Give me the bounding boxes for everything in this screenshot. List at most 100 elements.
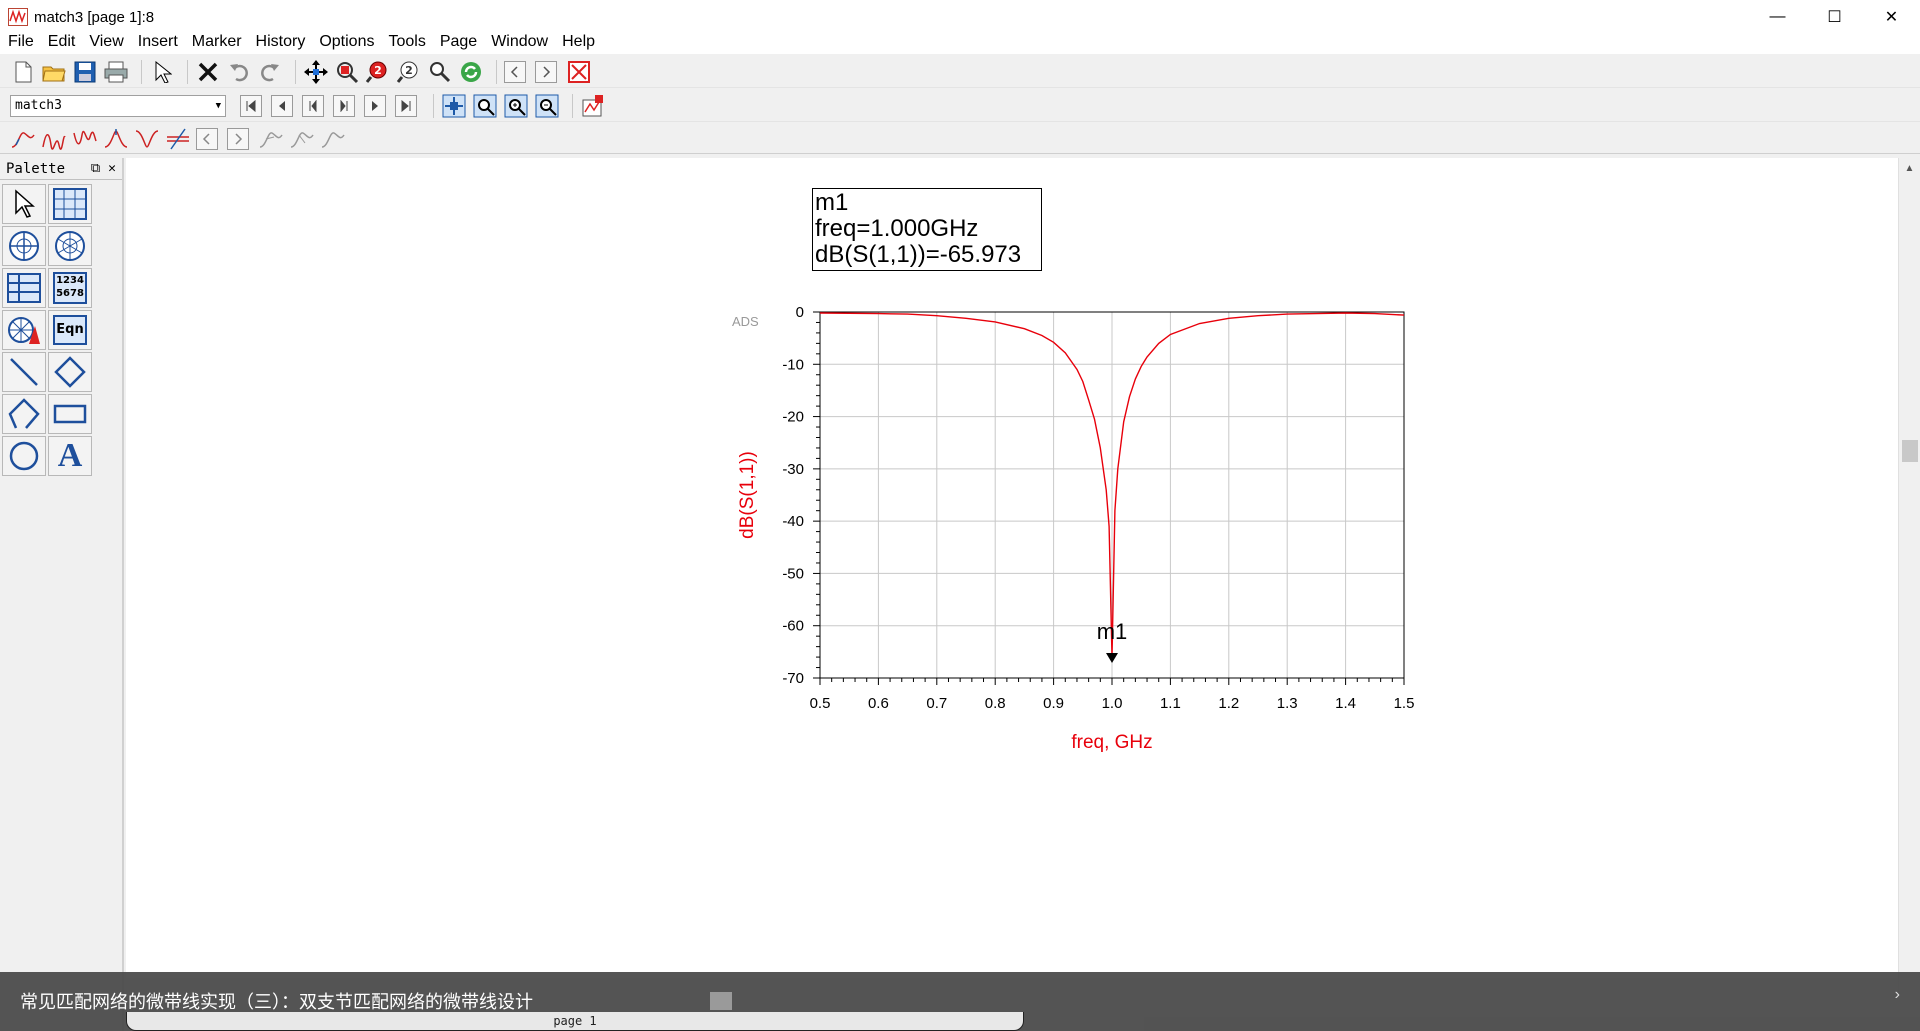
menu-page[interactable]: Page: [440, 33, 477, 51]
numbers-icon: 1234 5678: [53, 272, 87, 304]
line-tool[interactable]: [2, 352, 46, 392]
menu-help[interactable]: Help: [562, 33, 595, 51]
menu-marker[interactable]: Marker: [192, 33, 242, 51]
rectangle-icon: [53, 404, 87, 424]
eqn-icon: Eqn: [53, 315, 87, 345]
text-tool[interactable]: A: [48, 436, 92, 476]
trace-line-icon[interactable]: [320, 126, 346, 152]
zoom-in-2-icon[interactable]: 2: [365, 59, 391, 85]
marker-min-icon[interactable]: [72, 126, 98, 152]
marker-previous-icon[interactable]: [196, 127, 218, 150]
dataset-select-value: match3: [15, 98, 62, 113]
zoom-out-2-icon[interactable]: 2: [396, 59, 422, 85]
dataset-select[interactable]: match3 ▼: [10, 94, 226, 117]
list-tool[interactable]: [2, 268, 46, 308]
antenna-plot-tool[interactable]: [2, 310, 46, 350]
zoom-out-plot-icon[interactable]: [534, 93, 560, 119]
maximize-button[interactable]: ☐: [1806, 0, 1863, 34]
dataset-toolbar: match3 ▼: [0, 90, 1920, 122]
horizontal-scroll-thumb[interactable]: [710, 992, 732, 1010]
marker-next-icon[interactable]: [227, 127, 249, 150]
menu-history[interactable]: History: [256, 33, 306, 51]
y-tick-label: -70: [782, 670, 804, 687]
marker-max-icon[interactable]: [41, 126, 67, 152]
marker-toolbar: [0, 124, 1920, 154]
svg-text:2: 2: [374, 64, 382, 77]
print-icon[interactable]: [103, 59, 129, 85]
polygon-icon: [54, 356, 86, 388]
delete-icon[interactable]: [195, 59, 221, 85]
menu-edit[interactable]: Edit: [48, 33, 76, 51]
pointer-icon: [15, 189, 35, 218]
table-grid-icon: [53, 188, 87, 220]
menu-insert[interactable]: Insert: [138, 33, 178, 51]
stop-simulation-icon[interactable]: [566, 59, 592, 85]
smith-chart-tool[interactable]: [2, 226, 46, 266]
step-back-icon[interactable]: [271, 94, 293, 117]
vertical-scrollbar[interactable]: ▲: [1898, 158, 1920, 992]
page-tab[interactable]: page 1: [126, 1012, 1024, 1031]
step-forward-icon[interactable]: [364, 94, 386, 117]
zoom-plot-icon[interactable]: [472, 93, 498, 119]
x-tick-label: 1.3: [1277, 695, 1298, 712]
delta-marker-icon[interactable]: [165, 126, 191, 152]
step-forward-pause-icon[interactable]: [333, 94, 355, 117]
equation-tool[interactable]: Eqn: [48, 310, 92, 350]
rectangle-tool[interactable]: [48, 394, 92, 434]
trace-left-icon[interactable]: [258, 126, 284, 152]
y-axis-label: dB(S(1,1)): [737, 451, 758, 539]
marker-readout[interactable]: m1 freq=1.000GHz dB(S(1,1))=-65.973: [812, 188, 1042, 271]
close-button[interactable]: ✕: [1863, 0, 1920, 34]
menu-file[interactable]: File: [8, 33, 34, 51]
trace-right-icon[interactable]: [289, 126, 315, 152]
palette-close-icon[interactable]: ✕: [108, 161, 116, 176]
rectangular-plot-tool[interactable]: [48, 184, 92, 224]
page-tab-label: page 1: [553, 1014, 597, 1028]
first-icon[interactable]: [240, 94, 262, 117]
s11-plot[interactable]: ADS 0 -10 -20 -30 -40 -50 -60 -70 0.5 0.6 0.7 0.8 0.9…: [720, 296, 1440, 766]
last-icon[interactable]: [395, 94, 417, 117]
pointer-tool[interactable]: [2, 184, 46, 224]
bottom-bar: 常见匹配网络的微带线实现（三）：双支节匹配网络的微带线设计 › page 1: [0, 972, 1920, 1031]
undo-icon[interactable]: [226, 59, 252, 85]
zoom-fit-icon[interactable]: [441, 93, 467, 119]
peak-search-icon[interactable]: [103, 126, 129, 152]
zoom-area-icon[interactable]: [334, 59, 360, 85]
marker-triangle: [1106, 652, 1118, 663]
menu-window[interactable]: Window: [491, 33, 548, 51]
circle-tool[interactable]: [2, 436, 46, 476]
polygon-tool[interactable]: [48, 352, 92, 392]
zoom-in-plot-icon[interactable]: [503, 93, 529, 119]
x-tick-label: 1.2: [1218, 695, 1239, 712]
step-back-pause-icon[interactable]: [302, 94, 324, 117]
page-previous-icon[interactable]: [504, 60, 526, 83]
vertical-scroll-thumb[interactable]: [1902, 440, 1918, 462]
menu-view[interactable]: View: [89, 33, 123, 51]
move-icon[interactable]: [303, 59, 329, 85]
menu-tools[interactable]: Tools: [388, 33, 425, 51]
scroll-up-icon[interactable]: ▲: [1899, 158, 1920, 178]
select-pointer-icon[interactable]: [149, 59, 175, 85]
new-marker-icon[interactable]: [10, 126, 36, 152]
marker-readout-value: dB(S(1,1))=-65.973: [815, 241, 1022, 268]
refresh-icon[interactable]: [458, 59, 484, 85]
x-tick-label: 0.6: [868, 695, 889, 712]
open-folder-icon[interactable]: [41, 59, 67, 85]
minimize-button[interactable]: —: [1749, 0, 1806, 34]
polar-plot-tool[interactable]: [48, 226, 92, 266]
scroll-right-icon[interactable]: ›: [1895, 986, 1900, 1004]
valley-search-icon[interactable]: [134, 126, 160, 152]
numbers-tool[interactable]: 1234 5678: [48, 268, 92, 308]
page-next-icon[interactable]: [535, 60, 557, 83]
new-file-icon[interactable]: [10, 59, 36, 85]
save-icon[interactable]: [72, 59, 98, 85]
redo-icon[interactable]: [257, 59, 283, 85]
palette-float-icon[interactable]: ⧉: [91, 161, 100, 176]
menu-options[interactable]: Options: [319, 33, 374, 51]
x-tick-label: 0.5: [810, 695, 831, 712]
zoom-icon[interactable]: [427, 59, 453, 85]
plot-options-icon[interactable]: [580, 93, 606, 119]
y-tick-label: 0: [796, 304, 804, 321]
menu-bar: File Edit View Insert Marker History Opt…: [0, 30, 1920, 54]
polyline-tool[interactable]: [2, 394, 46, 434]
